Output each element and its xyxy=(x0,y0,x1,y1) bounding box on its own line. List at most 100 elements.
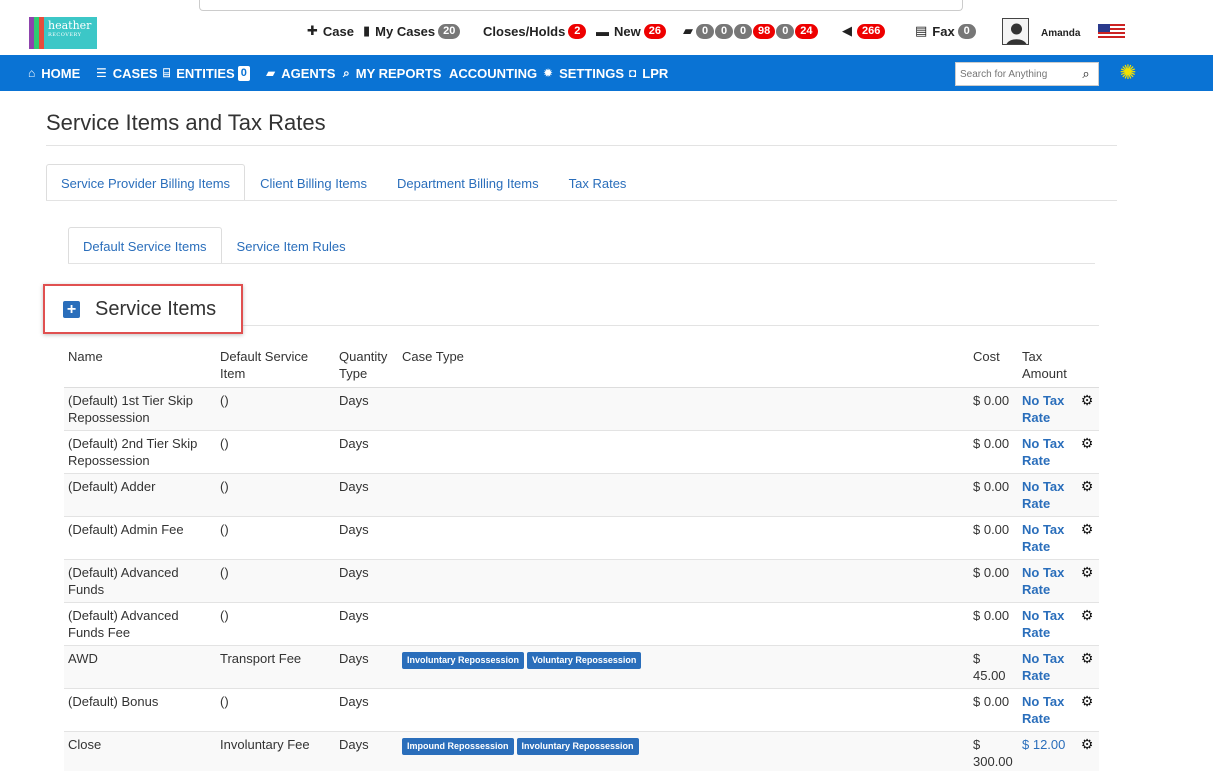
tax-amount-link[interactable]: No Tax Rate xyxy=(1022,393,1064,425)
fax-label: Fax xyxy=(932,23,955,39)
page-title: Service Items and Tax Rates xyxy=(46,110,326,135)
row-settings-gear-icon[interactable]: ⚙ xyxy=(1075,645,1099,689)
col-tax-amount[interactable]: Tax Amount xyxy=(1018,344,1075,388)
truck-icon: ▰ xyxy=(266,66,276,80)
item-quantity-type: Days xyxy=(335,688,398,732)
global-search-input[interactable] xyxy=(956,68,1074,80)
tax-amount-link[interactable]: No Tax Rate xyxy=(1022,694,1064,726)
tax-amount-link[interactable]: No Tax Rate xyxy=(1022,565,1064,597)
item-case-types xyxy=(398,602,969,646)
tax-amount-link[interactable]: No Tax Rate xyxy=(1022,522,1064,554)
row-settings-gear-icon[interactable]: ⚙ xyxy=(1075,731,1099,771)
item-default-service: () xyxy=(216,430,335,474)
nav-agents[interactable]: ▰ AGENTS xyxy=(266,55,335,91)
logo-subtext: RECOVERY xyxy=(48,32,82,38)
row-settings-gear-icon[interactable]: ⚙ xyxy=(1075,602,1099,646)
billing-tabs: Service Provider Billing Items Client Bi… xyxy=(46,164,641,201)
tax-amount-link[interactable]: No Tax Rate xyxy=(1022,608,1064,640)
row-settings-gear-icon[interactable]: ⚙ xyxy=(1075,516,1099,560)
item-case-types xyxy=(398,473,969,517)
new-case-link[interactable]: ✚ Case xyxy=(307,22,354,40)
item-name: (Default) 1st Tier Skip Repossession xyxy=(64,387,216,431)
nav-cases-label: CASES xyxy=(112,65,158,81)
case-type-badge: Involuntary Repossession xyxy=(516,737,639,755)
nav-accounting[interactable]: ACCOUNTING xyxy=(449,55,537,91)
tab-service-item-rules[interactable]: Service Item Rules xyxy=(222,227,361,264)
camera-icon: ◘ xyxy=(629,66,637,80)
closes-holds-badge: 2 xyxy=(568,23,587,39)
case-type-badge: Voluntary Repossession xyxy=(527,651,642,669)
item-case-types xyxy=(398,688,969,732)
bank-icon: ⌸ xyxy=(163,65,171,80)
row-settings-gear-icon[interactable]: ⚙ xyxy=(1075,688,1099,732)
nav-home[interactable]: ⌂ HOME xyxy=(28,55,80,91)
announcements-link[interactable]: ◀ 266 xyxy=(842,22,886,40)
user-avatar[interactable] xyxy=(1002,18,1029,45)
case-type-badge: Involuntary Repossession xyxy=(402,651,525,669)
tab-tax-rates[interactable]: Tax Rates xyxy=(554,164,642,201)
tab-department-billing-items[interactable]: Department Billing Items xyxy=(382,164,554,201)
nav-cases[interactable]: ☰ CASES xyxy=(96,55,158,91)
table-row: Close Involuntary Fee Days Impound Reposses… xyxy=(64,731,1099,771)
add-service-item-icon[interactable]: + xyxy=(63,300,80,318)
row-settings-gear-icon[interactable]: ⚙ xyxy=(1075,387,1099,431)
item-tax-cell: No Tax Rate xyxy=(1018,387,1075,431)
tax-amount-link[interactable]: No Tax Rate xyxy=(1022,436,1064,468)
tax-amount-link[interactable]: No Tax Rate xyxy=(1022,479,1064,511)
address-bar-stub xyxy=(199,0,963,11)
item-name: Close xyxy=(64,731,216,771)
table-row: (Default) 2nd Tier Skip Repossession() Da… xyxy=(64,430,1099,474)
item-quantity-type: Days xyxy=(335,516,398,560)
user-name[interactable]: Amanda xyxy=(1041,28,1080,39)
nav-agents-label: AGENTS xyxy=(281,65,336,81)
table-row: (Default) Advanced Funds Fee() Days $ 0.00… xyxy=(64,602,1099,646)
logo-text: heather xyxy=(48,19,92,32)
item-case-types xyxy=(398,430,969,474)
item-default-service: () xyxy=(216,387,335,431)
table-row: (Default) Bonus() Days $ 0.00 No Tax Rate ⚙ xyxy=(64,688,1099,732)
item-tax-cell: No Tax Rate xyxy=(1018,430,1075,474)
brand-logo[interactable]: heather RECOVERY xyxy=(29,17,97,49)
truck-status-link[interactable]: ▰ 0 0 0 98 0 24 xyxy=(683,22,818,40)
item-case-types xyxy=(398,559,969,603)
col-case-type[interactable]: Case Type xyxy=(398,344,969,388)
col-quantity-type[interactable]: Quantity Type xyxy=(335,344,398,388)
global-search: ⌕ xyxy=(955,62,1099,86)
gear-icon: ✹ xyxy=(543,66,554,80)
truck-badge: 0 xyxy=(696,23,714,39)
new-badge: 26 xyxy=(643,23,666,39)
row-settings-gear-icon[interactable]: ⚙ xyxy=(1075,473,1099,517)
item-quantity-type: Days xyxy=(335,559,398,603)
col-cost[interactable]: Cost xyxy=(969,344,1018,388)
nav-settings[interactable]: ✹ SETTINGS xyxy=(543,55,624,91)
us-flag-icon[interactable] xyxy=(1098,24,1125,38)
sun-icon[interactable]: ✺ xyxy=(1118,63,1138,83)
nav-entities[interactable]: ⌸ ENTITIES 0 xyxy=(163,55,250,91)
nav-lpr[interactable]: ◘ LPR xyxy=(629,55,668,91)
row-settings-gear-icon[interactable]: ⚙ xyxy=(1075,559,1099,603)
new-cases-link[interactable]: ▬ New 26 xyxy=(596,22,666,40)
table-row: (Default) Adder() Days $ 0.00 No Tax Rate ⚙ xyxy=(64,473,1099,517)
fax-link[interactable]: ▤ Fax 0 xyxy=(915,22,976,40)
tab-default-service-items[interactable]: Default Service Items xyxy=(68,227,222,264)
item-tax-cell: No Tax Rate xyxy=(1018,559,1075,603)
col-name[interactable]: Name xyxy=(64,344,216,388)
list-icon: ☰ xyxy=(96,66,107,80)
item-cost: $ 300.00 xyxy=(969,731,1018,771)
tax-amount-link[interactable]: No Tax Rate xyxy=(1022,651,1064,683)
tab-service-provider-billing-items[interactable]: Service Provider Billing Items xyxy=(46,164,246,201)
row-settings-gear-icon[interactable]: ⚙ xyxy=(1075,430,1099,474)
closes-holds-link[interactable]: Closes/Holds 2 xyxy=(483,22,587,40)
tab-client-billing-items[interactable]: Client Billing Items xyxy=(245,164,382,201)
nav-my-reports[interactable]: ⌕ MY REPORTS xyxy=(343,55,441,91)
search-icon[interactable]: ⌕ xyxy=(1074,66,1098,82)
my-cases-link[interactable]: ▮ My Cases 20 xyxy=(363,22,461,40)
item-case-types xyxy=(398,387,969,431)
tax-amount-link[interactable]: $ 12.00 xyxy=(1022,737,1065,752)
item-case-types xyxy=(398,516,969,560)
col-default-service-item[interactable]: Default Service Item xyxy=(216,344,335,388)
item-cost: $ 0.00 xyxy=(969,688,1018,732)
my-cases-badge: 20 xyxy=(438,23,461,39)
megaphone-icon: ◀ xyxy=(842,23,852,38)
item-quantity-type: Days xyxy=(335,430,398,474)
